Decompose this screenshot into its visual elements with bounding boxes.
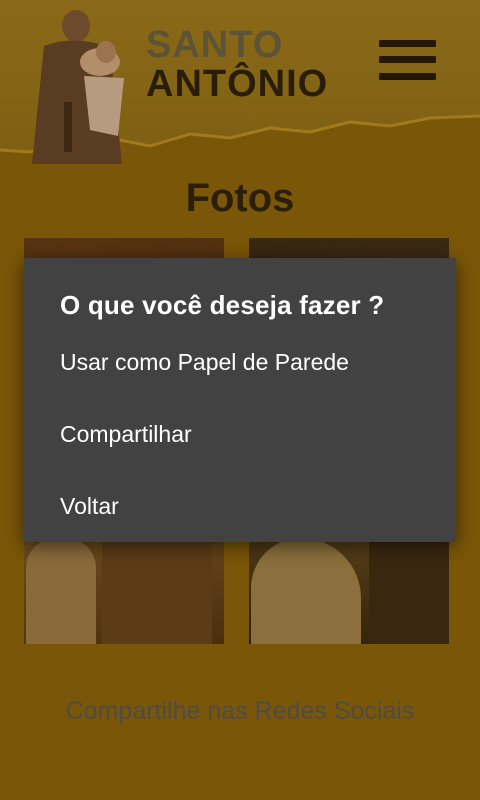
option-share[interactable]: Compartilhar: [24, 406, 456, 462]
option-back[interactable]: Voltar: [24, 478, 456, 534]
app-screen: SANTO ANTÔNIO Fotos Compartilhe nas Rede…: [0, 0, 480, 800]
dialog-title: O que você deseja fazer ?: [60, 290, 385, 320]
option-set-wallpaper[interactable]: Usar como Papel de Parede: [24, 334, 456, 390]
action-dialog: O que você deseja fazer ? Usar como Pape…: [24, 258, 456, 542]
